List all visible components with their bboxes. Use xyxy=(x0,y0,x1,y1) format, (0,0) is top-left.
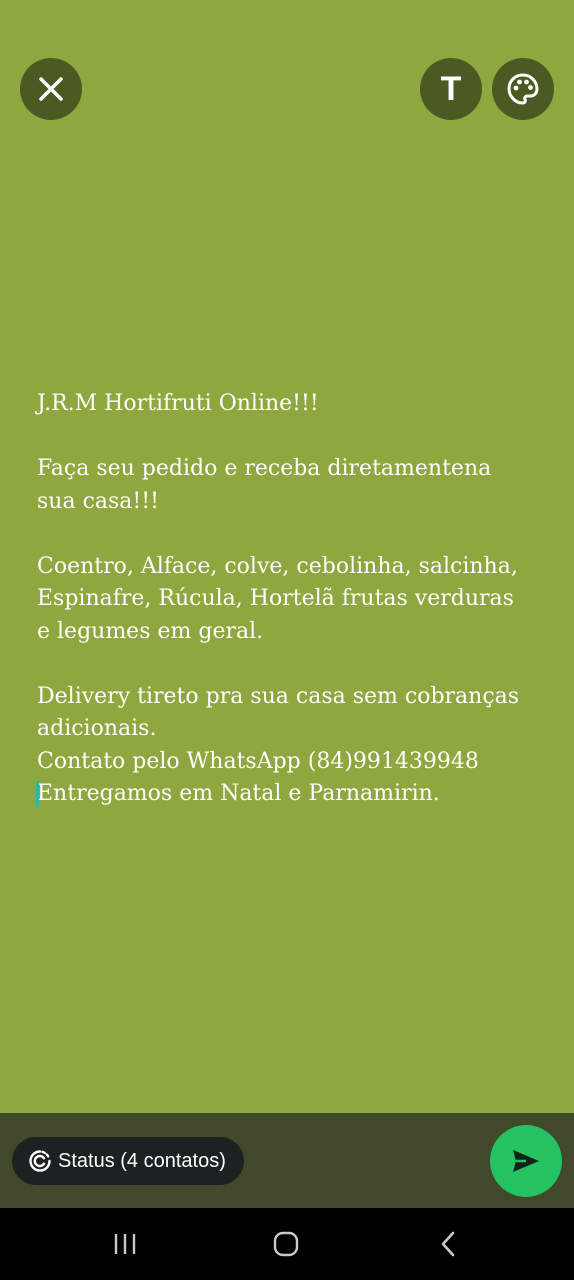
text-cursor xyxy=(36,781,39,807)
close-button[interactable] xyxy=(20,58,82,120)
back-button[interactable] xyxy=(428,1226,468,1262)
close-icon xyxy=(39,77,63,101)
send-icon xyxy=(513,1150,539,1172)
home-icon xyxy=(273,1231,299,1257)
text-style-button[interactable]: T xyxy=(420,58,482,120)
system-navigation-bar xyxy=(0,1208,574,1280)
recents-icon xyxy=(114,1234,136,1254)
recents-button[interactable] xyxy=(105,1226,145,1262)
status-audience-button[interactable]: Status (4 contatos) xyxy=(12,1137,244,1185)
home-button[interactable] xyxy=(266,1226,306,1262)
palette-icon xyxy=(507,73,539,105)
back-icon xyxy=(441,1231,455,1257)
background-color-button[interactable] xyxy=(492,58,554,120)
status-composer-screen: T J.R.M Hortifruti Online!!! Faça seu pe… xyxy=(0,0,574,1280)
send-button[interactable] xyxy=(490,1125,562,1197)
status-privacy-icon xyxy=(29,1150,51,1172)
status-audience-label: Status (4 contatos) xyxy=(58,1149,226,1172)
text-style-label: T xyxy=(440,70,462,108)
status-text-input[interactable]: J.R.M Hortifruti Online!!! Faça seu pedi… xyxy=(37,388,547,811)
